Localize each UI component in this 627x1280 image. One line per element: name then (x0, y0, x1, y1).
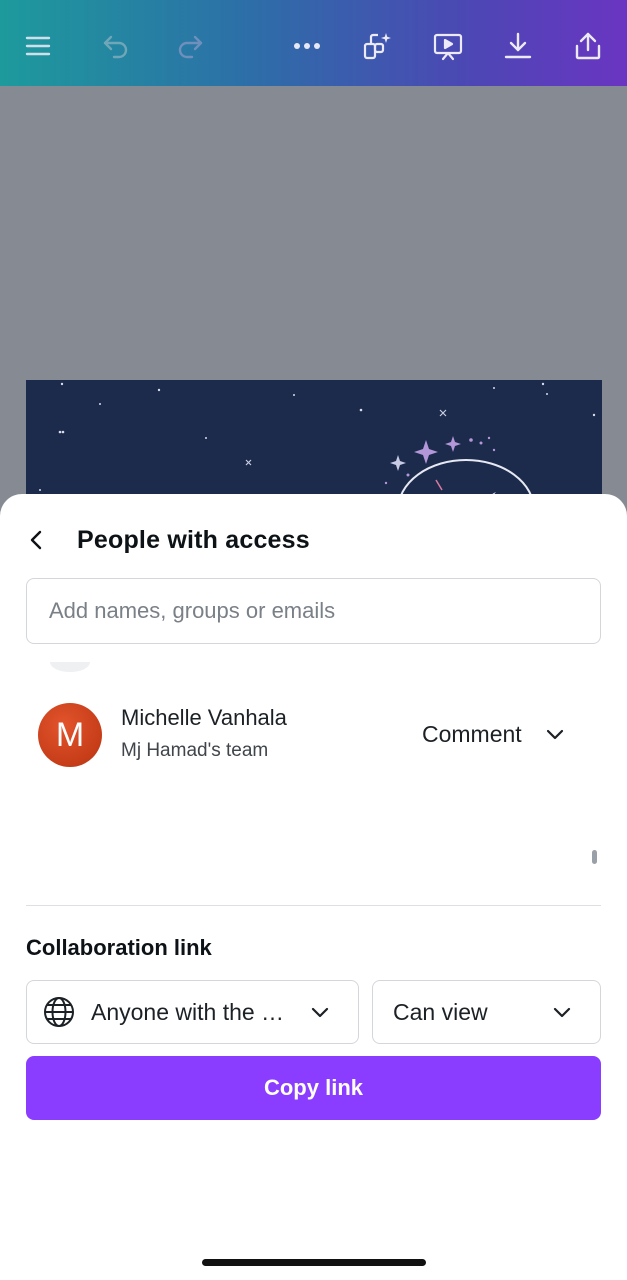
undo-icon[interactable] (96, 26, 136, 66)
back-button[interactable] (26, 520, 62, 560)
design-page-preview (26, 380, 602, 510)
chevron-down-icon (546, 729, 563, 740)
chevron-left-icon (30, 530, 42, 550)
scrollbar-thumb[interactable] (592, 850, 597, 864)
download-icon[interactable] (498, 26, 538, 66)
partial-avatar (50, 662, 90, 672)
menu-icon[interactable] (18, 26, 58, 66)
link-access-dropdown[interactable]: Anyone with the … (26, 980, 359, 1044)
more-icon[interactable] (287, 26, 327, 66)
share-icon[interactable] (568, 26, 608, 66)
collaboration-link-title: Collaboration link (26, 935, 212, 960)
member-row: M Michelle Vanhala Mj Hamad's team Comme… (26, 692, 601, 782)
avatar: M (38, 703, 102, 767)
copy-link-button[interactable]: Copy link (26, 1056, 601, 1120)
chevron-down-icon (553, 1007, 571, 1018)
link-access-label: Anyone with the … (91, 998, 285, 1025)
divider (26, 905, 601, 906)
add-people-input[interactable] (26, 578, 601, 644)
sheet-header: People with access (26, 520, 310, 560)
magic-resize-icon[interactable] (357, 26, 397, 66)
globe-icon (44, 997, 74, 1027)
redo-icon[interactable] (170, 26, 210, 66)
sheet-title: People with access (77, 525, 310, 554)
member-name: Michelle Vanhala (121, 705, 287, 730)
member-role-dropdown[interactable]: Comment (422, 712, 566, 756)
home-indicator (202, 1259, 426, 1266)
starry-night-artwork (39, 382, 596, 510)
present-icon[interactable] (428, 26, 468, 66)
member-role-label: Comment (422, 720, 522, 747)
link-permission-dropdown[interactable]: Can view (372, 980, 601, 1044)
link-permission-label: Can view (393, 998, 488, 1025)
share-bottom-sheet: People with access M Michelle Vanhala Mj… (0, 494, 627, 1280)
member-team: Mj Hamad's team (121, 740, 269, 761)
chevron-down-icon (311, 1007, 329, 1018)
editor-toolbar (0, 0, 627, 86)
